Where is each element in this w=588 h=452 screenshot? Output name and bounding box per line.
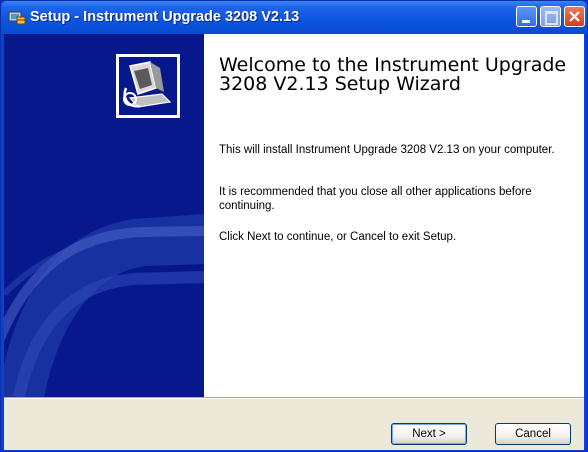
- install-info-text: This will install Instrument Upgrade 320…: [219, 144, 555, 156]
- setup-computer-icon: [116, 54, 180, 118]
- setup-window: Setup - Instrument Upgrade 3208 V2.13 We…: [0, 0, 588, 452]
- continue-instruction-text: Click Next to continue, or Cancel to exi…: [219, 231, 457, 243]
- wizard-client-area: Welcome to the Instrument Upgrade 3208 V…: [4, 34, 584, 450]
- title-bar[interactable]: Setup - Instrument Upgrade 3208 V2.13: [1, 1, 587, 34]
- wizard-side-banner: [4, 34, 204, 397]
- button-area-divider: [4, 397, 584, 399]
- window-title: Setup - Instrument Upgrade 3208 V2.13: [30, 9, 300, 25]
- cancel-button[interactable]: Cancel: [495, 423, 571, 445]
- maximize-icon[interactable]: [540, 6, 561, 27]
- minimize-icon[interactable]: [516, 6, 537, 27]
- close-apps-text: It is recommended that you close all oth…: [219, 186, 532, 212]
- wizard-content: Welcome to the Instrument Upgrade 3208 V…: [204, 34, 584, 397]
- welcome-heading: Welcome to the Instrument Upgrade 3208 V…: [219, 54, 567, 95]
- setup-app-icon: [8, 11, 26, 25]
- close-icon[interactable]: [564, 6, 585, 27]
- next-button[interactable]: Next >: [391, 423, 467, 445]
